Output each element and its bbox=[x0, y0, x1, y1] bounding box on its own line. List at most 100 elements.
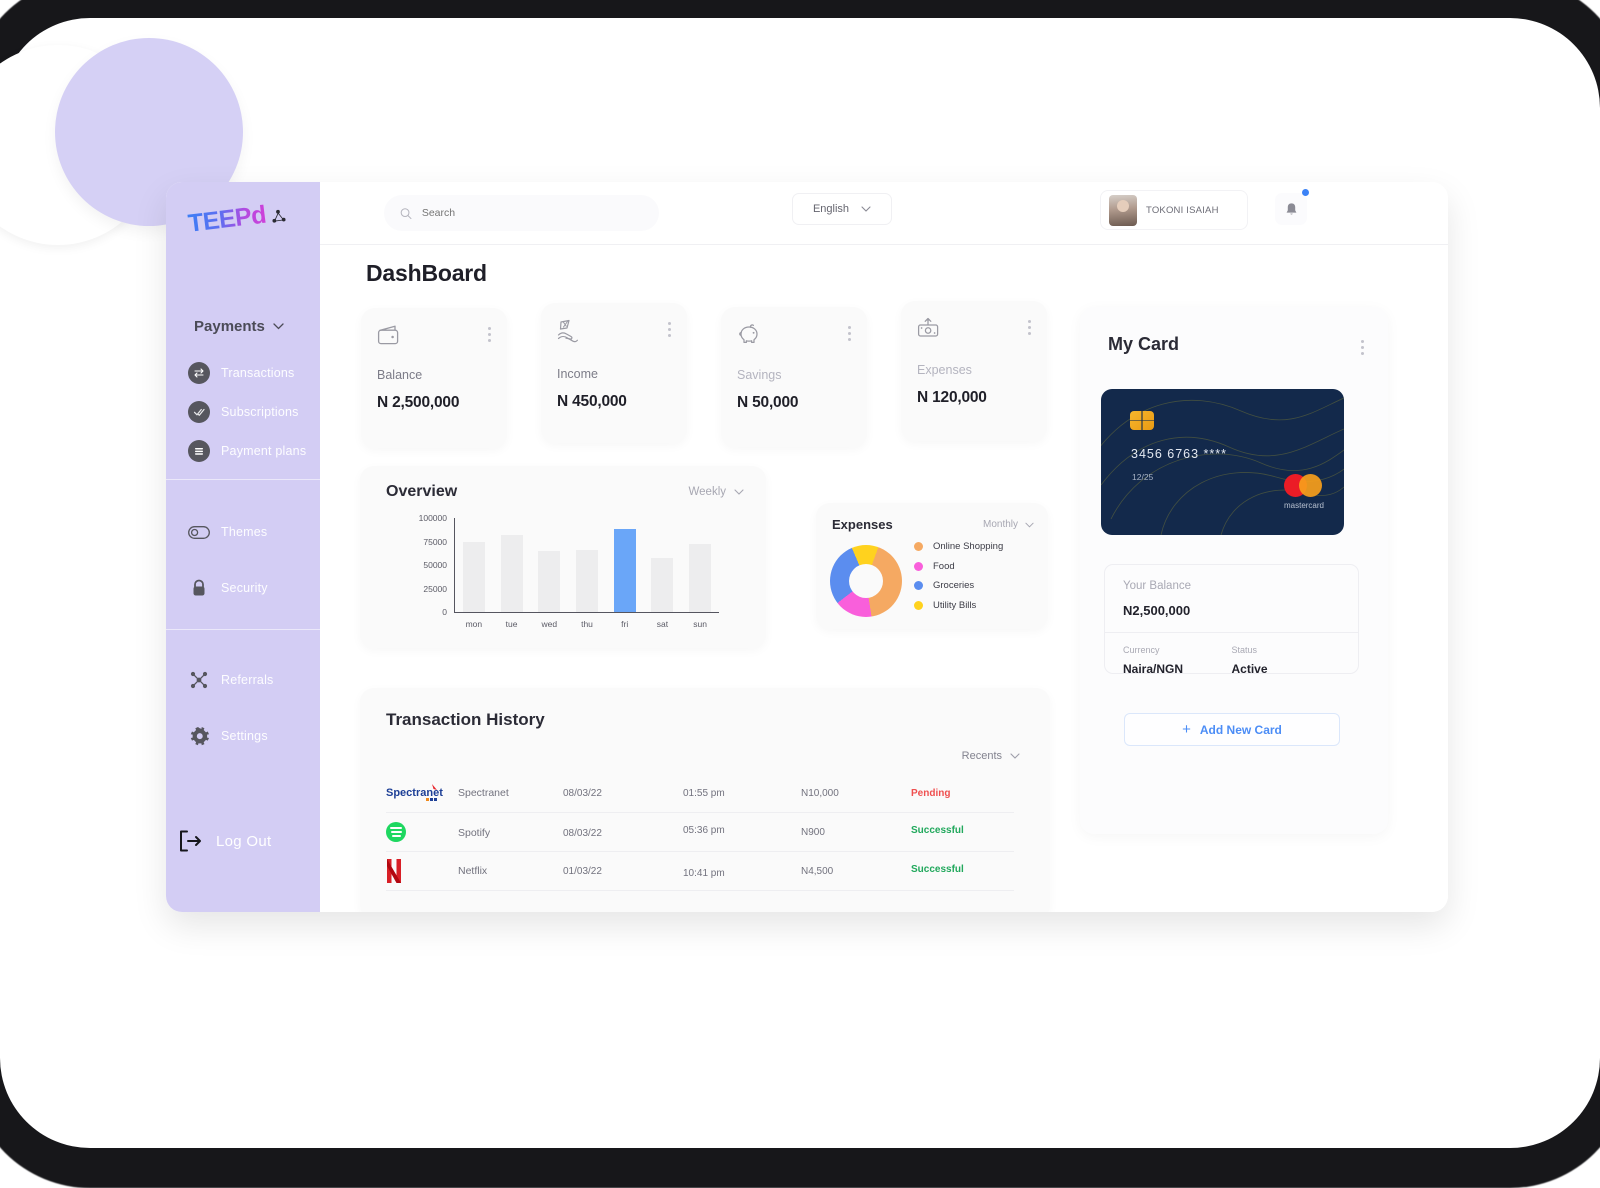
sidebar-item-themes[interactable]: Themes bbox=[166, 504, 320, 560]
transaction-date: 08/03/22 bbox=[563, 787, 602, 799]
exchange-icon bbox=[188, 361, 210, 384]
top-bar: English TOKONI ISAIAH bbox=[320, 182, 1448, 245]
chevron-down-icon bbox=[273, 323, 284, 330]
bar bbox=[613, 529, 636, 612]
search-icon bbox=[400, 207, 412, 219]
add-new-card-label: Add New Card bbox=[1199, 722, 1282, 737]
search-box[interactable] bbox=[384, 195, 659, 231]
notification-dot bbox=[1302, 189, 1309, 196]
card-brand-label: mastercard bbox=[1283, 501, 1324, 510]
bar bbox=[462, 541, 485, 612]
payments-dropdown[interactable]: Payments bbox=[166, 318, 320, 335]
x-axis-tick: sun bbox=[693, 619, 707, 629]
y-axis-tick: 25000 bbox=[423, 583, 447, 594]
user-profile-chip[interactable]: TOKONI ISAIAH bbox=[1100, 190, 1248, 230]
toggle-icon bbox=[188, 525, 210, 539]
sidebar-item-label: Referrals bbox=[221, 673, 274, 687]
sidebar-item-label: Settings bbox=[221, 729, 268, 743]
sidebar-item-settings[interactable]: Settings bbox=[166, 708, 320, 764]
sidebar-item-payment-plans[interactable]: Payment plans bbox=[166, 431, 320, 470]
stat-card-savings[interactable]: Savings N 50,000 bbox=[721, 307, 867, 447]
spotify-logo-icon bbox=[386, 822, 458, 842]
mastercard-logo-icon bbox=[1284, 474, 1322, 497]
list-icon bbox=[188, 439, 210, 462]
language-label: English bbox=[812, 203, 850, 215]
table-row[interactable]: Spotify 08/03/22 05:36 pm N900 Successful bbox=[386, 813, 1014, 852]
sidebar-divider bbox=[166, 629, 320, 630]
bar-column bbox=[689, 518, 712, 612]
piggy-bank-icon bbox=[739, 324, 758, 344]
nav-group-other: Referrals Settings bbox=[166, 652, 320, 764]
search-input[interactable] bbox=[421, 207, 643, 219]
card-menu-button[interactable] bbox=[848, 323, 851, 341]
logout-label: Log Out bbox=[216, 832, 272, 850]
bar-column bbox=[538, 518, 561, 612]
transaction-amount: N900 bbox=[801, 826, 825, 838]
card-number: 3456 6763 **** bbox=[1131, 447, 1228, 461]
transaction-time: 01:55 pm bbox=[683, 787, 725, 799]
chevron-down-icon bbox=[1010, 753, 1020, 759]
transactions-filter-label: Recents bbox=[961, 750, 1002, 762]
stat-value: N 450,000 bbox=[557, 393, 627, 410]
spotify-glyph bbox=[386, 822, 406, 842]
app-window: TEEPd Payments Transactions Subscription… bbox=[166, 182, 1448, 912]
card-menu-button[interactable] bbox=[488, 324, 491, 342]
status-badge: Successful bbox=[911, 824, 964, 836]
table-row[interactable]: Spectranet Spectranet 08/03/22 01:55 pm N10,… bbox=[386, 774, 1014, 813]
legend-label: Food bbox=[933, 560, 955, 572]
transaction-history-title: Transaction History bbox=[386, 710, 545, 729]
card-chip-icon bbox=[1130, 411, 1154, 430]
card-menu-button[interactable] bbox=[668, 319, 671, 337]
stat-card-expenses[interactable]: Expenses N 120,000 bbox=[901, 301, 1047, 441]
x-axis-tick: mon bbox=[465, 619, 483, 629]
lock-icon bbox=[188, 579, 210, 597]
sidebar-item-transactions[interactable]: Transactions bbox=[166, 353, 320, 392]
teepd-node-mark-icon bbox=[272, 209, 286, 223]
logout-button[interactable]: Log Out bbox=[178, 830, 271, 852]
my-card-menu-button[interactable] bbox=[1361, 337, 1364, 355]
sidebar: TEEPd Payments Transactions Subscription… bbox=[166, 182, 320, 912]
merchant-name: Spectranet bbox=[458, 787, 509, 799]
expenses-period-selector[interactable]: Monthly bbox=[983, 519, 1034, 530]
app-logo[interactable]: TEEPd bbox=[187, 198, 288, 239]
expenses-title: Expenses bbox=[832, 517, 893, 532]
status-badge: Pending bbox=[911, 787, 951, 799]
netflix-logo-icon bbox=[386, 859, 458, 883]
expenses-legend: Online Shopping Food Groceries Utility Bill… bbox=[914, 541, 1003, 611]
sidebar-item-label: Subscriptions bbox=[221, 404, 299, 419]
notifications-button[interactable] bbox=[1275, 193, 1307, 225]
add-new-card-button[interactable]: + Add New Card bbox=[1124, 713, 1340, 746]
stat-card-balance[interactable]: Balance N 2,500,000 bbox=[361, 308, 507, 448]
sidebar-item-label: Themes bbox=[221, 525, 268, 539]
legend-color-dot bbox=[914, 561, 923, 571]
transactions-filter-selector[interactable]: Recents bbox=[962, 750, 1020, 762]
status-label: Status bbox=[1231, 645, 1258, 655]
user-name: TOKONI ISAIAH bbox=[1146, 204, 1219, 216]
sidebar-item-security[interactable]: Security bbox=[166, 560, 320, 616]
legend-color-dot bbox=[914, 581, 923, 590]
status-badge: Successful bbox=[911, 863, 964, 875]
sidebar-item-label: Transactions bbox=[221, 365, 295, 380]
language-selector[interactable]: English bbox=[792, 193, 892, 225]
status-value: Active bbox=[1231, 662, 1268, 676]
stat-value: N 2,500,000 bbox=[377, 394, 460, 411]
expenses-period-label: Monthly bbox=[982, 519, 1018, 530]
sidebar-item-referrals[interactable]: Referrals bbox=[166, 652, 320, 708]
overview-period-selector[interactable]: Weekly bbox=[689, 486, 745, 498]
divider bbox=[1105, 632, 1358, 633]
bell-icon bbox=[1286, 202, 1296, 214]
bar bbox=[575, 549, 598, 612]
sidebar-item-subscriptions[interactable]: Subscriptions bbox=[166, 392, 320, 431]
legend-label: Utility Bills bbox=[933, 599, 977, 611]
transaction-amount: N4,500 bbox=[801, 865, 834, 877]
my-card-title: My Card bbox=[1108, 334, 1180, 354]
logo-text: TEEPd bbox=[186, 200, 268, 238]
y-axis-tick: 75000 bbox=[423, 536, 447, 547]
card-menu-button[interactable] bbox=[1028, 317, 1031, 335]
table-row[interactable]: Netflix 01/03/22 10:41 pm N4,500 Successful bbox=[386, 852, 1014, 891]
chevron-down-icon bbox=[861, 206, 871, 212]
credit-card[interactable]: 3456 6763 **** 12/25 mastercard bbox=[1101, 389, 1344, 535]
legend-item: Food bbox=[914, 561, 1003, 572]
stat-card-income[interactable]: Income N 450,000 bbox=[541, 303, 687, 443]
transaction-time: 10:41 pm bbox=[683, 867, 725, 879]
